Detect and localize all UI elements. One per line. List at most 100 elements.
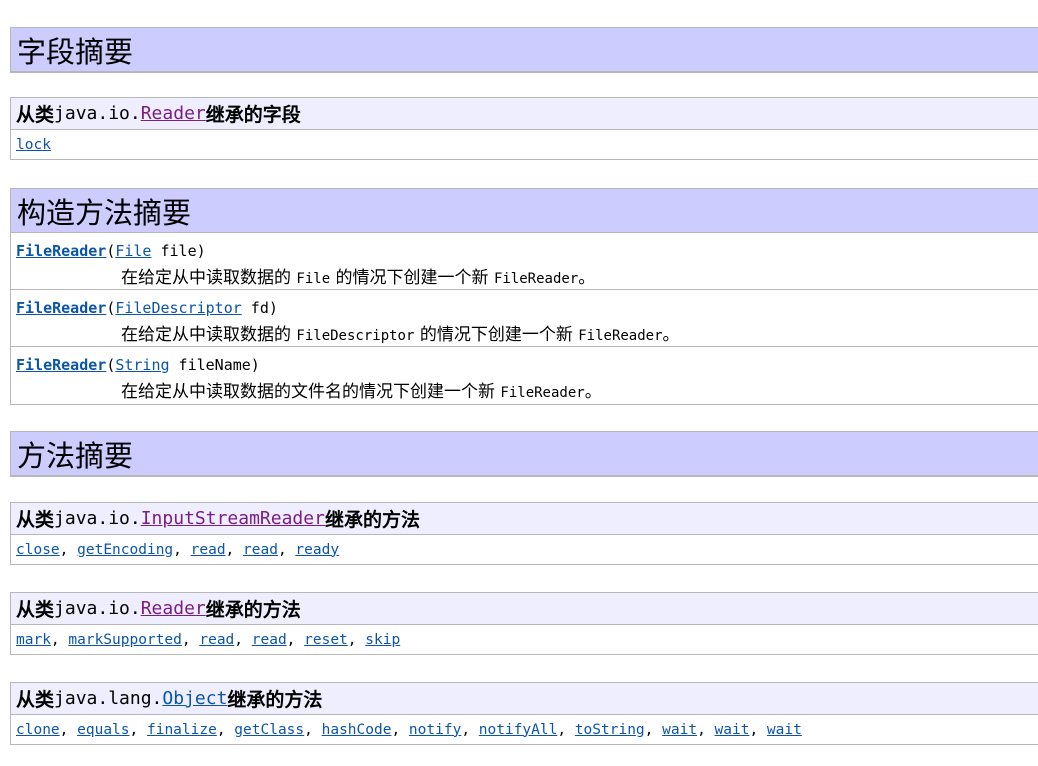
separator: , [50, 631, 69, 648]
reader-class-link[interactable]: Reader [141, 103, 206, 124]
desc-text: 在给定从中读取数据的 [121, 268, 297, 288]
desc-code: FileDescriptor [296, 328, 415, 344]
constructor-summary-title: 构造方法摘要 [11, 189, 1038, 233]
class-link-object[interactable]: Object [162, 688, 227, 709]
desc-text: 。 [578, 268, 596, 288]
inherited-methods-list: mark, markSupported, read, read, reset, … [11, 625, 1038, 654]
method-link-tostring[interactable]: toString [575, 722, 645, 738]
method-summary-title: 方法摘要 [11, 432, 1038, 476]
desc-code: File [296, 271, 331, 287]
inherited-fields-table: 从类 java.io. Reader 继承的字段 lock [10, 97, 1038, 160]
separator: , [173, 541, 191, 558]
paren: ( [106, 242, 116, 260]
class-link-inputstreamreader[interactable]: InputStreamReader [141, 508, 325, 529]
desc-text: 的情况下创建一个新 [414, 325, 579, 345]
method-link-wait[interactable]: wait [715, 722, 750, 738]
method-link-clone[interactable]: clone [16, 722, 60, 738]
param-name: fileName) [169, 356, 260, 374]
constructor-description: 在给定从中读取数据的文件名的情况下创建一个新 FileReader。 [16, 377, 1038, 402]
constructor-signature: FileReader(String fileName) [16, 356, 1038, 375]
param-type-link[interactable]: String [115, 356, 169, 374]
separator: , [181, 631, 200, 648]
method-link-wait[interactable]: wait [767, 722, 802, 738]
method-link-skip[interactable]: skip [365, 632, 400, 648]
separator: , [644, 721, 663, 738]
method-summary-header: 方法摘要 [10, 431, 1038, 477]
desc-code: FileReader [578, 328, 663, 344]
method-link-read[interactable]: read [243, 542, 278, 558]
param-name: fd) [241, 299, 278, 317]
inherited-methods-table: 从类 java.lang. Object 继承的方法 clone, equals, … [10, 682, 1038, 745]
inherited-methods-table: 从类 java.io. Reader 继承的方法 mark, markSupport… [10, 592, 1038, 655]
separator: , [216, 721, 235, 738]
separator: , [749, 721, 767, 738]
heading-package: java.io. [54, 508, 141, 529]
heading-prefix: 从类 [16, 689, 55, 711]
constructor-row: FileReader(FileDescriptor fd) 在给定从中读取数据的 … [11, 290, 1038, 347]
method-link-mark[interactable]: mark [16, 632, 51, 648]
inherited-methods-heading: 从类 java.io. Reader 继承的方法 [11, 593, 1038, 625]
heading-prefix: 从类 [16, 599, 55, 621]
method-link-finalize[interactable]: finalize [147, 722, 217, 738]
method-link-read[interactable]: read [199, 632, 234, 648]
constructor-name-link[interactable]: FileReader [16, 299, 106, 317]
inherited-methods-list: clone, equals, finalize, getClass, hashC… [11, 715, 1038, 744]
method-link-close[interactable]: close [16, 542, 60, 558]
method-link-getclass[interactable]: getClass [234, 722, 304, 738]
separator: , [59, 541, 78, 558]
method-link-marksupported[interactable]: markSupported [68, 632, 182, 648]
method-link-equals[interactable]: equals [77, 722, 129, 738]
method-link-notifyall[interactable]: notifyAll [479, 722, 558, 738]
separator: , [129, 721, 147, 738]
heading-suffix: 继承的方法 [227, 689, 323, 711]
method-link-getencoding[interactable]: getEncoding [77, 542, 173, 558]
desc-code: FileReader [493, 271, 579, 287]
separator: , [59, 721, 78, 738]
param-type-link[interactable]: File [115, 242, 151, 260]
heading-package: java.io. [54, 103, 141, 124]
constructor-name-link[interactable]: FileReader [16, 242, 106, 260]
separator: , [225, 541, 244, 558]
constructor-summary-table: 构造方法摘要 FileReader(File file) 在给定从中读取数据的 F… [10, 188, 1038, 405]
separator: , [234, 631, 252, 648]
field-summary-header: 字段摘要 [10, 27, 1038, 73]
constructor-signature: FileReader(FileDescriptor fd) [16, 299, 1038, 318]
desc-text: 在给定从中读取数据的文件名的情况下创建一个新 [121, 382, 501, 402]
desc-text: 。 [584, 382, 602, 402]
param-type-link[interactable]: FileDescriptor [115, 299, 241, 317]
method-link-read[interactable]: read [252, 632, 287, 648]
constructor-row: FileReader(String fileName) 在给定从中读取数据的文件名… [11, 347, 1038, 404]
separator: , [557, 721, 575, 738]
method-link-wait[interactable]: wait [662, 722, 697, 738]
desc-text: 的情况下创建一个新 [330, 268, 494, 288]
inherited-fields-heading: 从类 java.io. Reader 继承的字段 [11, 98, 1038, 130]
inherited-methods-heading: 从类 java.io. InputStreamReader 继承的方法 [11, 503, 1038, 535]
method-link-reset[interactable]: reset [304, 632, 348, 648]
paren: ( [106, 356, 116, 374]
constructor-description: 在给定从中读取数据的 FileDescriptor 的情况下创建一个新 File… [16, 320, 1038, 345]
separator: , [277, 541, 296, 558]
separator: , [461, 721, 479, 738]
constructor-description: 在给定从中读取数据的 File 的情况下创建一个新 FileReader。 [16, 263, 1038, 288]
constructor-signature: FileReader(File file) [16, 242, 1038, 261]
heading-prefix: 从类 [16, 509, 55, 531]
heading-suffix: 继承的方法 [205, 599, 301, 621]
heading-package: java.io. [54, 598, 141, 619]
field-link-lock[interactable]: lock [16, 137, 51, 153]
separator: , [697, 721, 715, 738]
desc-text: 在给定从中读取数据的 [121, 325, 297, 345]
class-link-reader[interactable]: Reader [141, 598, 206, 619]
method-link-notify[interactable]: notify [409, 722, 461, 738]
param-name: file) [151, 242, 206, 260]
method-link-ready[interactable]: ready [295, 542, 339, 558]
paren: ( [106, 299, 116, 317]
inherited-methods-table: 从类 java.io. InputStreamReader 继承的方法 close,… [10, 502, 1038, 565]
field-summary-title: 字段摘要 [11, 28, 1038, 72]
heading-prefix: 从类 [16, 104, 55, 126]
method-link-read[interactable]: read [191, 542, 226, 558]
method-link-hashcode[interactable]: hashCode [322, 722, 392, 738]
constructor-name-link[interactable]: FileReader [16, 356, 106, 374]
constructor-row: FileReader(File file) 在给定从中读取数据的 File 的情况… [11, 233, 1038, 290]
separator: , [304, 721, 322, 738]
separator: , [391, 721, 409, 738]
